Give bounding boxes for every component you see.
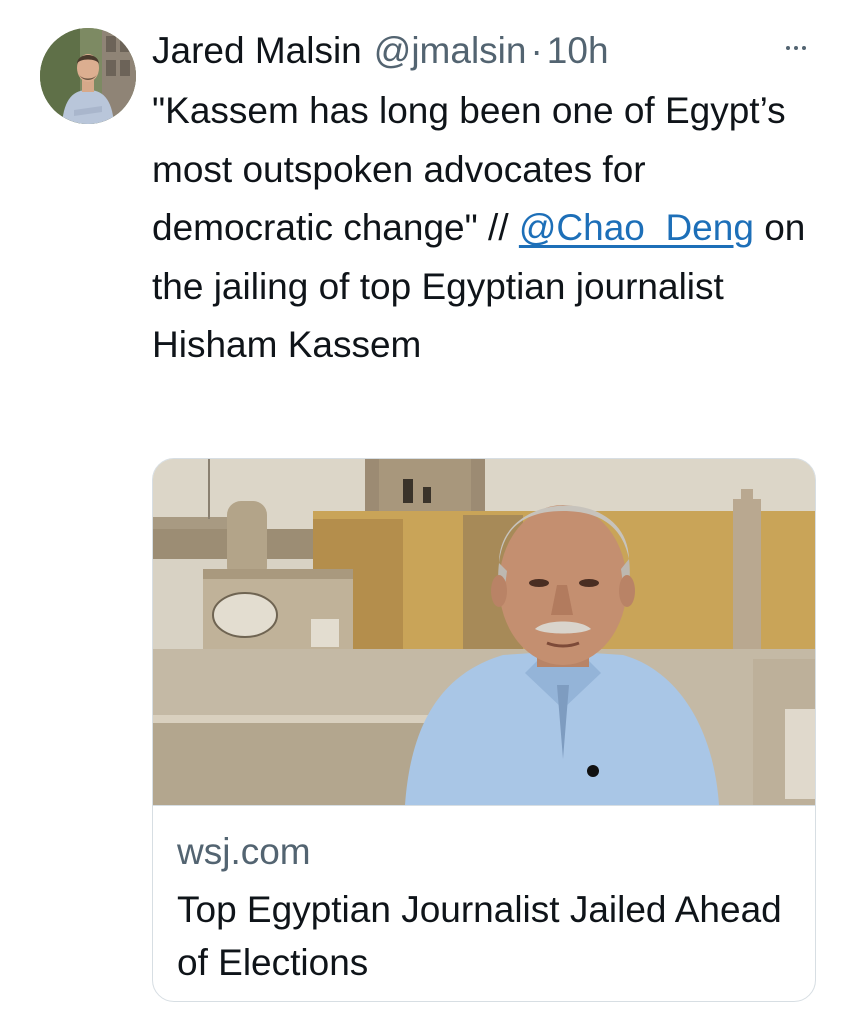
author-handle[interactable]: @jmalsin: [374, 30, 527, 72]
more-dot: [794, 46, 798, 50]
mention-link[interactable]: @Chao_Deng: [519, 207, 754, 248]
more-options-icon[interactable]: [776, 36, 816, 60]
tweet-text: "Kassem has long been one of Egypt’s mos…: [152, 82, 832, 375]
card-image[interactable]: [153, 459, 815, 805]
tweet: Jared Malsin @jmalsin · 10h "Kassem has …: [0, 0, 855, 1024]
more-dot: [786, 46, 790, 50]
more-dot: [802, 46, 806, 50]
card-photo: [153, 459, 815, 805]
card-divider: [153, 805, 815, 806]
author-name[interactable]: Jared Malsin: [152, 30, 362, 72]
tweet-header: Jared Malsin @jmalsin · 10h: [152, 26, 609, 76]
card-title[interactable]: Top Egyptian Journalist Jailed Ahead of …: [177, 883, 797, 989]
separator-dot: ·: [530, 30, 543, 71]
card-domain: wsj.com: [177, 831, 311, 872]
tweet-timestamp[interactable]: 10h: [547, 30, 609, 72]
avatar-photo: [40, 28, 136, 124]
author-avatar[interactable]: [40, 28, 136, 124]
link-preview-card[interactable]: wsj.com Top Egyptian Journalist Jailed A…: [152, 458, 816, 1002]
